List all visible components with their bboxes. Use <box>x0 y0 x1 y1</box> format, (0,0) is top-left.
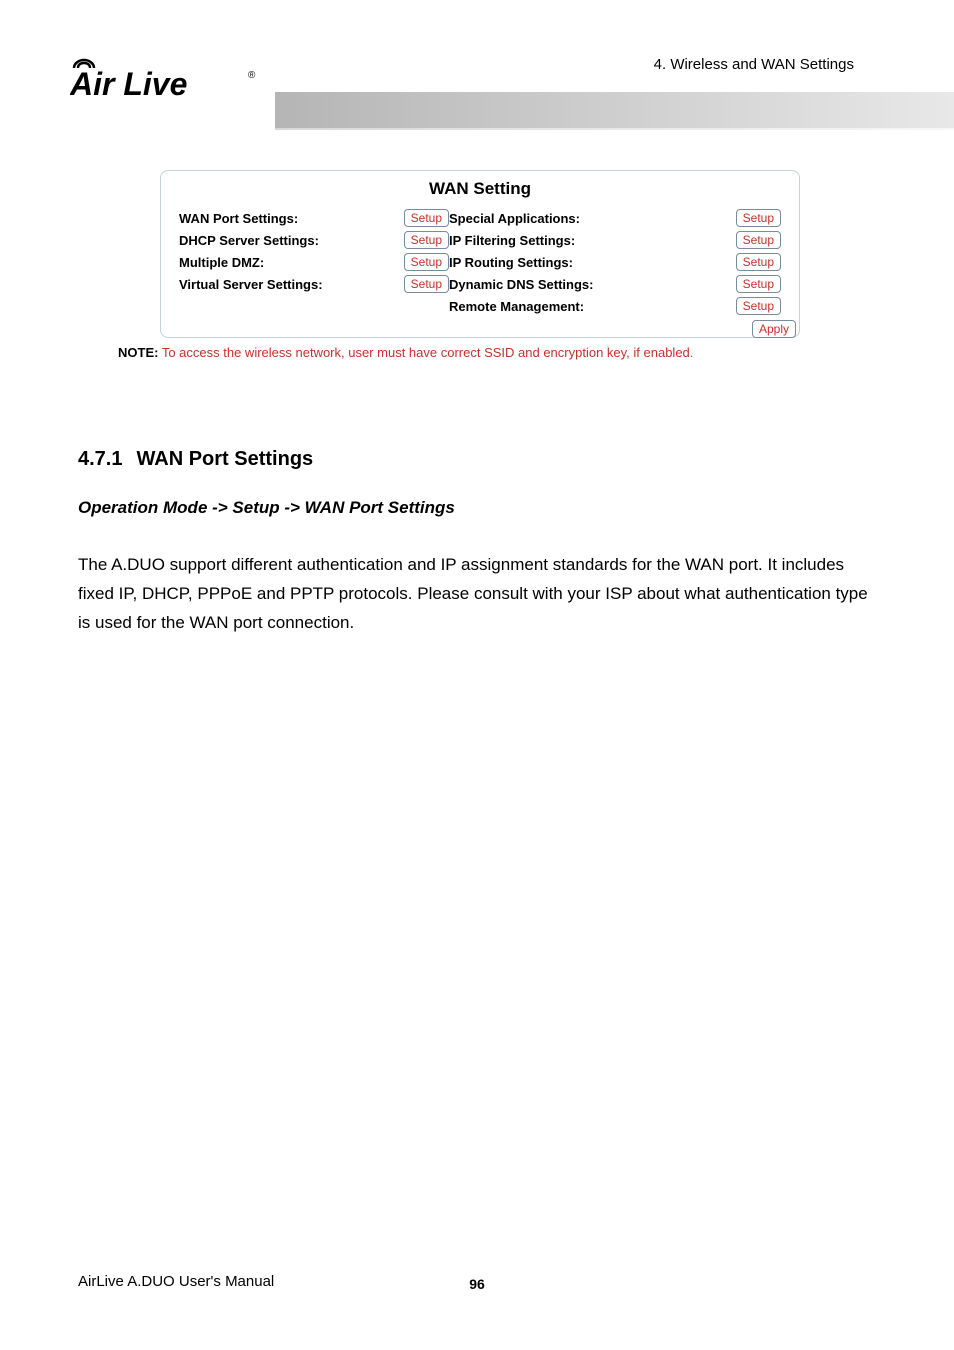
note-label: NOTE: <box>118 345 158 360</box>
setup-special-apps-button[interactable]: Setup <box>736 209 781 227</box>
row-dhcp-server: DHCP Server Settings: Setup <box>179 231 449 249</box>
label-wan-port: WAN Port Settings: <box>179 211 298 226</box>
label-multiple-dmz: Multiple DMZ: <box>179 255 264 270</box>
label-virtual-server: Virtual Server Settings: <box>179 277 323 292</box>
apply-button[interactable]: Apply <box>752 320 796 338</box>
apply-container: Apply <box>160 320 800 338</box>
row-wan-port: WAN Port Settings: Setup <box>179 209 449 227</box>
panel-title: WAN Setting <box>179 179 781 199</box>
section-title: WAN Port Settings <box>136 448 313 470</box>
brand-logo: Air Live ® <box>70 54 270 102</box>
header-band <box>275 92 954 130</box>
label-special-apps: Special Applications: <box>449 211 580 226</box>
wan-setting-panel: WAN Setting WAN Port Settings: Setup DHC… <box>160 170 800 338</box>
section-number: 4.7.1 <box>78 448 122 471</box>
row-special-apps: Special Applications: Setup <box>449 209 781 227</box>
row-ip-filtering: IP Filtering Settings: Setup <box>449 231 781 249</box>
setup-dynamic-dns-button[interactable]: Setup <box>736 275 781 293</box>
setup-virtual-server-button[interactable]: Setup <box>404 275 449 293</box>
header-band-line <box>275 128 954 130</box>
row-multiple-dmz: Multiple DMZ: Setup <box>179 253 449 271</box>
row-remote-management: Remote Management: Setup <box>449 297 781 315</box>
note-text: To access the wireless network, user mus… <box>158 345 693 360</box>
setup-ip-routing-button[interactable]: Setup <box>736 253 781 271</box>
svg-text:Air Live: Air Live <box>70 66 187 102</box>
row-ip-routing: IP Routing Settings: Setup <box>449 253 781 271</box>
section-heading: 4.7.1 WAN Port Settings <box>78 448 313 471</box>
section-body: The A.DUO support different authenticati… <box>78 550 876 638</box>
label-dynamic-dns: Dynamic DNS Settings: <box>449 277 593 292</box>
row-dynamic-dns: Dynamic DNS Settings: Setup <box>449 275 781 293</box>
label-ip-routing: IP Routing Settings: <box>449 255 573 270</box>
footer-manual-name: AirLive A.DUO User's Manual <box>78 1273 274 1290</box>
footer-page-number: 96 <box>469 1276 485 1292</box>
row-virtual-server: Virtual Server Settings: Setup <box>179 275 449 293</box>
note-line: NOTE: To access the wireless network, us… <box>118 345 693 360</box>
svg-text:®: ® <box>248 70 256 81</box>
label-dhcp-server: DHCP Server Settings: <box>179 233 319 248</box>
setup-remote-management-button[interactable]: Setup <box>736 297 781 315</box>
setup-multiple-dmz-button[interactable]: Setup <box>404 253 449 271</box>
label-remote-management: Remote Management: <box>449 299 584 314</box>
label-ip-filtering: IP Filtering Settings: <box>449 233 575 248</box>
setup-dhcp-server-button[interactable]: Setup <box>404 231 449 249</box>
chapter-label: 4. Wireless and WAN Settings <box>654 56 854 73</box>
setup-wan-port-button[interactable]: Setup <box>404 209 449 227</box>
setup-ip-filtering-button[interactable]: Setup <box>736 231 781 249</box>
operation-mode-path: Operation Mode -> Setup -> WAN Port Sett… <box>78 498 455 518</box>
